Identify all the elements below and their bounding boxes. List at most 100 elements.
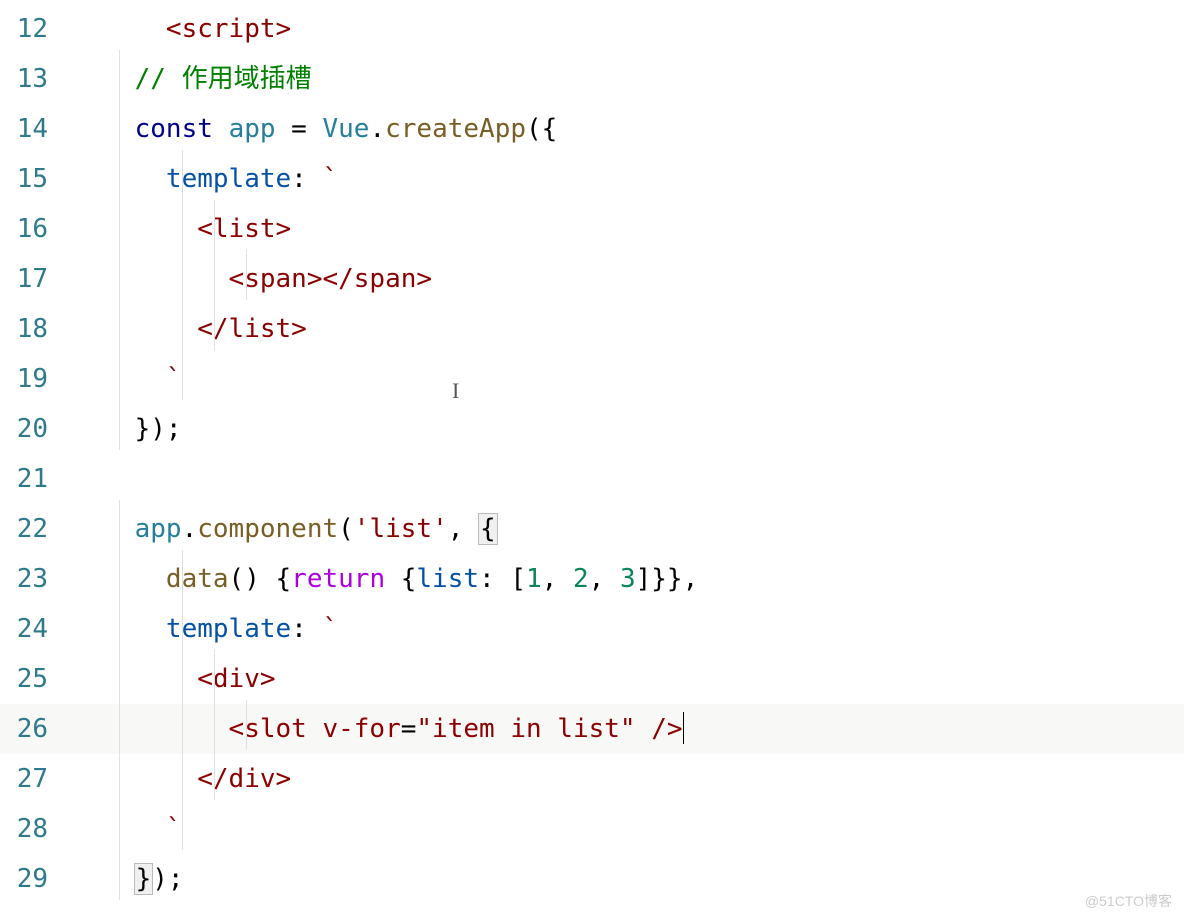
punct-token: : bbox=[291, 614, 307, 644]
line-number: 21 bbox=[0, 454, 72, 504]
code-content[interactable]: </div> bbox=[72, 754, 291, 804]
punct-token: ({ bbox=[526, 114, 557, 144]
number-token: 1 bbox=[526, 564, 542, 594]
code-line-active[interactable]: 26 <slot v-for="item in list" /> bbox=[0, 704, 1184, 754]
bracket-match: { bbox=[479, 514, 497, 544]
punct-token: ( bbox=[338, 514, 354, 544]
text-cursor bbox=[683, 712, 684, 744]
code-line[interactable]: 15 template: ` bbox=[0, 154, 1184, 204]
line-number: 12 bbox=[0, 4, 72, 54]
code-line[interactable]: 12 <script> bbox=[0, 4, 1184, 54]
watermark: @51CTO博客 bbox=[1085, 891, 1172, 911]
tag-token: </list> bbox=[197, 314, 307, 344]
code-line[interactable]: 23 data() {return {list: [1, 2, 3]}}, bbox=[0, 554, 1184, 604]
code-line[interactable]: 16 <list> bbox=[0, 204, 1184, 254]
attr-token: v-for bbox=[322, 714, 400, 744]
string-token: ` bbox=[166, 364, 182, 394]
code-content[interactable]: app.component('list', { bbox=[72, 504, 497, 554]
func-token: data bbox=[166, 564, 229, 594]
code-content[interactable]: <span></span> bbox=[72, 254, 432, 304]
punct-token: , bbox=[448, 514, 479, 544]
punct-token: ); bbox=[152, 864, 183, 894]
line-number: 24 bbox=[0, 604, 72, 654]
object-token: app bbox=[135, 514, 182, 544]
prop-token: list bbox=[416, 564, 479, 594]
tag-token: <div> bbox=[197, 664, 275, 694]
code-line[interactable]: 24 template: ` bbox=[0, 604, 1184, 654]
code-line[interactable]: 27 </div> bbox=[0, 754, 1184, 804]
prop-token: template bbox=[166, 164, 291, 194]
code-editor[interactable]: 12 <script> 13 // 作用域插槽 14 const app = V… bbox=[0, 0, 1184, 904]
keyword-token: const bbox=[135, 114, 213, 144]
tag-token: </div> bbox=[197, 764, 291, 794]
line-number: 25 bbox=[0, 654, 72, 704]
line-number: 28 bbox=[0, 804, 72, 854]
tag-token: <script> bbox=[166, 14, 291, 44]
punct-token: } bbox=[651, 564, 667, 594]
line-number: 14 bbox=[0, 104, 72, 154]
code-content[interactable]: <list> bbox=[72, 204, 291, 254]
punct-token: : bbox=[291, 164, 307, 194]
line-number: 22 bbox=[0, 504, 72, 554]
code-content[interactable]: template: ` bbox=[72, 604, 338, 654]
code-line[interactable]: 22 app.component('list', { bbox=[0, 504, 1184, 554]
punct-token: . bbox=[369, 114, 385, 144]
code-content[interactable]: const app = Vue.createApp({ bbox=[72, 104, 557, 154]
number-token: 2 bbox=[573, 564, 589, 594]
code-content[interactable]: data() {return {list: [1, 2, 3]}}, bbox=[72, 554, 698, 604]
line-number: 19 bbox=[0, 354, 72, 404]
func-token: component bbox=[197, 514, 338, 544]
punct-token: : bbox=[479, 564, 495, 594]
code-content[interactable]: <slot v-for="item in list" /> bbox=[72, 704, 684, 754]
punct-token: , bbox=[589, 564, 605, 594]
line-number: 26 bbox=[0, 704, 72, 754]
string-token: ` bbox=[322, 614, 338, 644]
line-number: 27 bbox=[0, 754, 72, 804]
line-number: 17 bbox=[0, 254, 72, 304]
code-content[interactable]: <div> bbox=[72, 654, 276, 704]
code-line[interactable]: 17 <span></span> bbox=[0, 254, 1184, 304]
var-token: app bbox=[229, 114, 276, 144]
punct-token: , bbox=[683, 564, 699, 594]
punct-token: , bbox=[542, 564, 558, 594]
tag-token: <list> bbox=[197, 214, 291, 244]
punct-token: { bbox=[260, 564, 291, 594]
code-line[interactable]: 28 ` bbox=[0, 804, 1184, 854]
code-content[interactable]: ` bbox=[72, 804, 182, 854]
code-content[interactable]: // 作用域插槽 bbox=[72, 54, 312, 104]
line-number: 29 bbox=[0, 854, 72, 904]
line-number: 16 bbox=[0, 204, 72, 254]
keyword-token: return bbox=[291, 564, 385, 594]
code-line[interactable]: 13 // 作用域插槽 bbox=[0, 54, 1184, 104]
tag-token: <span></span> bbox=[229, 264, 433, 294]
punct-token: } bbox=[667, 564, 683, 594]
code-line[interactable]: 25 <div> bbox=[0, 654, 1184, 704]
code-content[interactable]: `I bbox=[72, 354, 182, 404]
code-line[interactable]: 20 }); bbox=[0, 404, 1184, 454]
punct-token: = bbox=[276, 114, 323, 144]
line-number: 18 bbox=[0, 304, 72, 354]
punct-token: }); bbox=[135, 414, 182, 444]
punct-token: = bbox=[401, 714, 417, 744]
prop-token: template bbox=[166, 614, 291, 644]
code-content[interactable] bbox=[72, 454, 88, 504]
code-line[interactable]: 14 const app = Vue.createApp({ bbox=[0, 104, 1184, 154]
comment-token: // 作用域插槽 bbox=[135, 64, 312, 94]
code-content[interactable]: }); bbox=[72, 854, 184, 904]
punct-token: ] bbox=[636, 564, 652, 594]
string-token: ` bbox=[166, 814, 182, 844]
line-number: 13 bbox=[0, 54, 72, 104]
code-line[interactable]: 18 </list> bbox=[0, 304, 1184, 354]
code-content[interactable]: }); bbox=[72, 404, 182, 454]
string-token: "item in list" bbox=[416, 714, 635, 744]
code-line[interactable]: 21 bbox=[0, 454, 1184, 504]
line-number: 15 bbox=[0, 154, 72, 204]
code-content[interactable]: template: ` bbox=[72, 154, 338, 204]
code-line[interactable]: 29 }); bbox=[0, 854, 1184, 904]
number-token: 3 bbox=[620, 564, 636, 594]
code-content[interactable]: </list> bbox=[72, 304, 307, 354]
punct-token: () bbox=[229, 564, 260, 594]
string-token: 'list' bbox=[354, 514, 448, 544]
object-token: Vue bbox=[323, 114, 370, 144]
code-line[interactable]: 19 `I bbox=[0, 354, 1184, 404]
